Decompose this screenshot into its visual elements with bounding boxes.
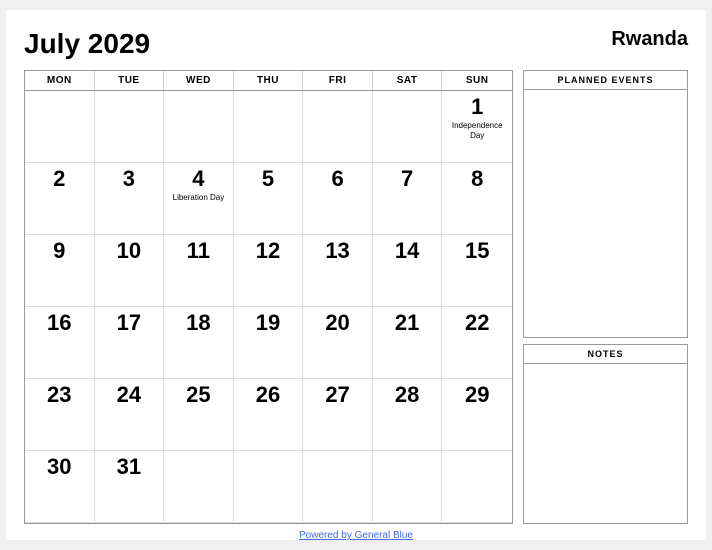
powered-by-link[interactable]: Powered by General Blue <box>299 530 413 541</box>
day-number: 22 <box>465 311 489 335</box>
day-cell <box>303 91 373 163</box>
day-number: 20 <box>325 311 349 335</box>
calendar-grid-section: MONTUEWEDTHUFRISATSUN 1 Independence Day 2… <box>24 70 513 524</box>
notes-box: NOTES <box>523 344 688 524</box>
day-number: 1 <box>471 95 483 119</box>
planned-events-box: PLANNED EVENTS <box>523 70 688 338</box>
day-number: 7 <box>401 167 413 191</box>
day-cell: 31 <box>95 451 165 523</box>
day-cell: 9 <box>25 235 95 307</box>
main-content: MONTUEWEDTHUFRISATSUN 1 Independence Day 2… <box>24 70 688 524</box>
day-cell: 10 <box>95 235 165 307</box>
day-cell: 1 Independence Day <box>442 91 512 163</box>
day-number: 17 <box>117 311 141 335</box>
day-cell <box>95 91 165 163</box>
day-cell <box>164 91 234 163</box>
day-header-sat: SAT <box>373 71 443 90</box>
day-number: 10 <box>117 239 141 263</box>
day-header-thu: THU <box>234 71 304 90</box>
day-number: 21 <box>395 311 419 335</box>
day-cell: 24 <box>95 379 165 451</box>
day-header-wed: WED <box>164 71 234 90</box>
header: July 2029 Rwanda <box>24 28 688 60</box>
day-cell: 6 <box>303 163 373 235</box>
day-number: 3 <box>123 167 135 191</box>
day-cell: 7 <box>373 163 443 235</box>
day-headers-row: MONTUEWEDTHUFRISATSUN <box>25 71 512 91</box>
day-cell: 18 <box>164 307 234 379</box>
notes-header: NOTES <box>524 345 687 364</box>
calendar-page: July 2029 Rwanda MONTUEWEDTHUFRISATSUN 1… <box>6 10 706 540</box>
day-number: 9 <box>53 239 65 263</box>
day-cell: 8 <box>442 163 512 235</box>
day-cell: 27 <box>303 379 373 451</box>
day-header-mon: MON <box>25 71 95 90</box>
day-number: 14 <box>395 239 419 263</box>
day-cell: 22 <box>442 307 512 379</box>
day-cell: 26 <box>234 379 304 451</box>
day-number: 23 <box>47 383 71 407</box>
day-number: 18 <box>186 311 210 335</box>
day-cell <box>234 91 304 163</box>
day-cell: 15 <box>442 235 512 307</box>
planned-events-content <box>524 90 687 337</box>
day-number: 5 <box>262 167 274 191</box>
day-number: 28 <box>395 383 419 407</box>
day-number: 4 <box>192 167 204 191</box>
day-number: 30 <box>47 455 71 479</box>
calendar-title: July 2029 <box>24 28 150 60</box>
day-cell: 30 <box>25 451 95 523</box>
day-number: 29 <box>465 383 489 407</box>
day-cell: 25 <box>164 379 234 451</box>
day-cell: 28 <box>373 379 443 451</box>
day-number: 13 <box>325 239 349 263</box>
day-cell: 19 <box>234 307 304 379</box>
day-number: 11 <box>187 239 210 263</box>
day-cell <box>234 451 304 523</box>
day-number: 25 <box>186 383 210 407</box>
day-cell <box>164 451 234 523</box>
day-cell <box>25 91 95 163</box>
day-number: 27 <box>325 383 349 407</box>
day-cell: 20 <box>303 307 373 379</box>
day-cell: 14 <box>373 235 443 307</box>
day-cell: 29 <box>442 379 512 451</box>
planned-events-header: PLANNED EVENTS <box>524 71 687 90</box>
day-cell: 17 <box>95 307 165 379</box>
calendar-grid: 1Independence Day234Liberation Day567891… <box>25 91 512 523</box>
day-cell <box>373 451 443 523</box>
day-number: 24 <box>117 383 141 407</box>
holiday-label: Independence Day <box>448 121 506 140</box>
day-cell: 5 <box>234 163 304 235</box>
right-panel: PLANNED EVENTS NOTES <box>523 70 688 524</box>
day-header-sun: SUN <box>442 71 512 90</box>
country-name: Rwanda <box>611 28 688 51</box>
day-cell <box>303 451 373 523</box>
day-cell: 13 <box>303 235 373 307</box>
day-number: 6 <box>331 167 343 191</box>
day-cell: 4 Liberation Day <box>164 163 234 235</box>
day-cell: 3 <box>95 163 165 235</box>
day-number: 19 <box>256 311 280 335</box>
day-cell: 2 <box>25 163 95 235</box>
day-number: 15 <box>465 239 489 263</box>
day-header-fri: FRI <box>303 71 373 90</box>
day-cell <box>442 451 512 523</box>
day-cell: 11 <box>164 235 234 307</box>
day-cell: 23 <box>25 379 95 451</box>
day-cell: 16 <box>25 307 95 379</box>
day-cell <box>373 91 443 163</box>
day-number: 26 <box>256 383 280 407</box>
notes-content <box>524 364 687 523</box>
day-cell: 12 <box>234 235 304 307</box>
footer: Powered by General Blue <box>24 530 688 541</box>
day-number: 2 <box>53 167 65 191</box>
day-number: 8 <box>471 167 483 191</box>
day-number: 12 <box>256 239 280 263</box>
day-number: 16 <box>47 311 71 335</box>
day-cell: 21 <box>373 307 443 379</box>
holiday-label: Liberation Day <box>170 193 227 203</box>
day-header-tue: TUE <box>95 71 165 90</box>
day-number: 31 <box>117 455 141 479</box>
